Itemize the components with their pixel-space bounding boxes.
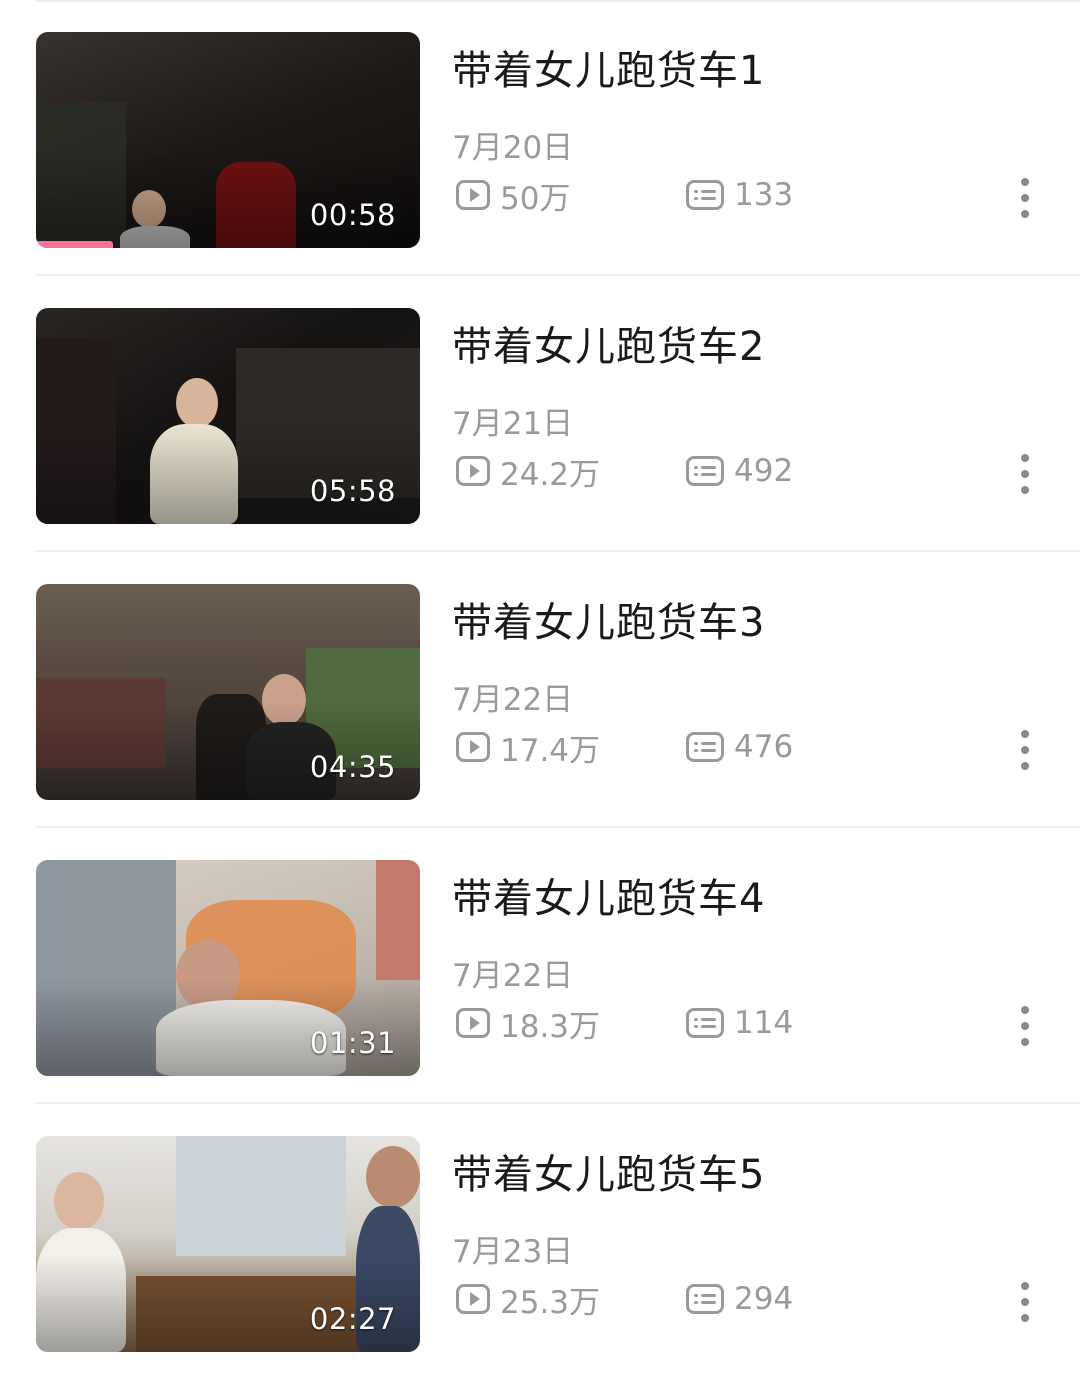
watch-progress-bar: [36, 241, 113, 248]
view-count: 17.4万: [456, 726, 601, 769]
play-count-icon: [456, 180, 490, 210]
video-duration: 00:58: [309, 198, 396, 232]
more-vertical-icon[interactable]: [1012, 730, 1038, 770]
more-vertical-icon[interactable]: [1012, 454, 1038, 494]
danmaku-count-value: 476: [734, 729, 794, 765]
danmaku-count: 476: [686, 726, 793, 768]
more-vertical-icon[interactable]: [1012, 178, 1038, 218]
video-title[interactable]: 带着女儿跑货车1: [452, 38, 765, 96]
view-count-value: 17.4万: [500, 732, 601, 769]
play-count-icon: [456, 456, 490, 486]
video-list-item[interactable]: 02:27 带着女儿跑货车5 7月23日 25.3万 294: [0, 1104, 1080, 1380]
play-count-icon: [456, 1008, 490, 1038]
play-count-icon: [456, 732, 490, 762]
video-title[interactable]: 带着女儿跑货车5: [452, 1142, 765, 1200]
video-thumbnail[interactable]: 04:35: [36, 584, 420, 800]
view-count: 25.3万: [456, 1278, 601, 1321]
view-count-value: 50万: [500, 180, 571, 217]
danmaku-count-icon: [686, 1008, 724, 1038]
danmaku-count: 114: [686, 1002, 793, 1044]
video-title[interactable]: 带着女儿跑货车3: [452, 590, 765, 648]
danmaku-count: 492: [686, 450, 793, 492]
video-list-item[interactable]: 04:35 带着女儿跑货车3 7月22日 17.4万 476: [0, 552, 1080, 828]
danmaku-count-icon: [686, 456, 724, 486]
danmaku-count: 133: [686, 174, 793, 216]
view-count: 24.2万: [456, 450, 601, 493]
upload-date: 7月21日: [452, 406, 574, 442]
video-duration: 02:27: [309, 1302, 396, 1336]
video-thumbnail[interactable]: 01:31: [36, 860, 420, 1076]
upload-date: 7月22日: [452, 958, 574, 994]
upload-date: 7月22日: [452, 682, 574, 718]
danmaku-count-value: 492: [734, 453, 794, 489]
danmaku-count-value: 114: [734, 1005, 794, 1041]
view-count: 18.3万: [456, 1002, 601, 1045]
view-count-value: 25.3万: [500, 1284, 601, 1321]
danmaku-count-value: 294: [734, 1281, 794, 1317]
video-list-item[interactable]: 05:58 带着女儿跑货车2 7月21日 24.2万 492: [0, 276, 1080, 552]
view-count-value: 18.3万: [500, 1008, 601, 1045]
video-thumbnail[interactable]: 00:58: [36, 32, 420, 248]
danmaku-count-icon: [686, 732, 724, 762]
play-count-icon: [456, 1284, 490, 1314]
video-title[interactable]: 带着女儿跑货车4: [452, 866, 765, 924]
upload-date: 7月23日: [452, 1234, 574, 1270]
video-list-item[interactable]: 01:31 带着女儿跑货车4 7月22日 18.3万 114: [0, 828, 1080, 1104]
video-thumbnail[interactable]: 02:27: [36, 1136, 420, 1352]
danmaku-count: 294: [686, 1278, 793, 1320]
video-duration: 04:35: [309, 750, 396, 784]
view-count-value: 24.2万: [500, 456, 601, 493]
video-thumbnail[interactable]: 05:58: [36, 308, 420, 524]
video-duration: 05:58: [309, 474, 396, 508]
danmaku-count-icon: [686, 180, 724, 210]
video-duration: 01:31: [309, 1026, 396, 1060]
video-title[interactable]: 带着女儿跑货车2: [452, 314, 765, 372]
video-list-item[interactable]: 00:58 带着女儿跑货车1 7月20日 50万 133: [0, 0, 1080, 276]
upload-date: 7月20日: [452, 130, 574, 166]
more-vertical-icon[interactable]: [1012, 1282, 1038, 1322]
view-count: 50万: [456, 174, 571, 217]
danmaku-count-icon: [686, 1284, 724, 1314]
danmaku-count-value: 133: [734, 177, 794, 213]
more-vertical-icon[interactable]: [1012, 1006, 1038, 1046]
